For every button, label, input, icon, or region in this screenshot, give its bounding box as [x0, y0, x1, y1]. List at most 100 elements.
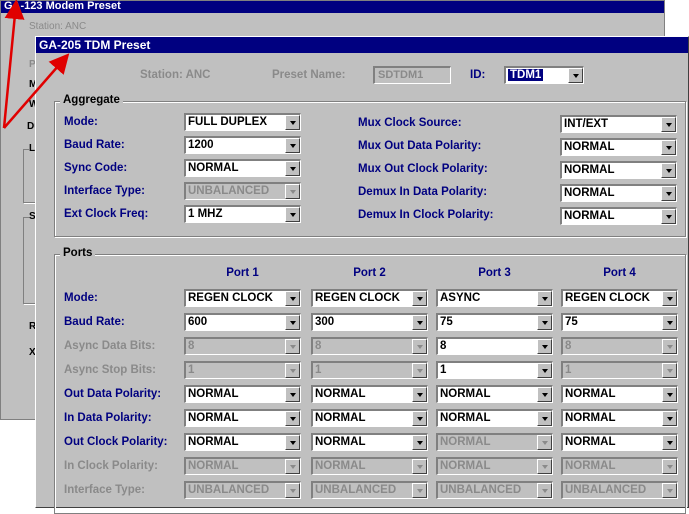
port-2-baud-rate-select[interactable]: 300 — [311, 313, 428, 331]
chevron-down-icon[interactable] — [661, 117, 676, 132]
port-4-interface-type-select-value: UNBALANCED — [565, 484, 647, 496]
port-1-out-data-polarity-select[interactable]: NORMAL — [184, 385, 301, 403]
chevron-down-icon[interactable] — [537, 411, 552, 426]
aggregate-sync-code-select[interactable]: NORMAL — [184, 159, 301, 177]
chevron-down-icon[interactable] — [285, 411, 300, 426]
port-4-mode-select[interactable]: REGEN CLOCK — [561, 289, 678, 307]
chevron-down-icon[interactable] — [285, 291, 300, 306]
chevron-down-icon[interactable] — [661, 140, 676, 155]
chevron-down-icon[interactable] — [661, 209, 676, 224]
port-2-async-stop-bits-select-value: 1 — [315, 364, 322, 376]
port-3-async-data-bits-select[interactable]: 8 — [436, 337, 553, 355]
chevron-down-icon[interactable] — [285, 207, 300, 222]
aggregate-mode-select[interactable]: FULL DUPLEX — [184, 113, 301, 131]
chevron-down-icon[interactable] — [568, 68, 583, 83]
port-1-out-clock-polarity-select-value: NORMAL — [188, 436, 239, 448]
chevron-down-icon[interactable] — [537, 339, 552, 354]
chevron-down-icon[interactable] — [537, 291, 552, 306]
mux-out-clock-polarity-label: Mux Out Clock Polarity: — [358, 163, 488, 175]
chevron-down-icon[interactable] — [662, 387, 677, 402]
port-3-baud-rate-select[interactable]: 75 — [436, 313, 553, 331]
port-3-in-data-polarity-select[interactable]: NORMAL — [436, 409, 553, 427]
port-3-interface-type-select: UNBALANCED — [436, 481, 553, 499]
tdm-preset-window: GA-205 TDM Preset Station: ANC Preset Na… — [35, 36, 689, 514]
chevron-down-icon — [537, 459, 552, 474]
aggregate-ext-clock-freq-select[interactable]: 1 MHZ — [184, 205, 301, 223]
chevron-down-icon — [285, 363, 300, 378]
demux-in-data-polarity-select[interactable]: NORMAL — [560, 184, 677, 202]
chevron-down-icon[interactable] — [412, 435, 427, 450]
port-1-baud-rate-select[interactable]: 600 — [184, 313, 301, 331]
aggregate-sync-code-select-value: NORMAL — [188, 162, 239, 174]
port-4-async-stop-bits-select: 1 — [561, 361, 678, 379]
chevron-down-icon[interactable] — [662, 291, 677, 306]
chevron-down-icon[interactable] — [412, 387, 427, 402]
port-1-async-data-bits-select: 8 — [184, 337, 301, 355]
chevron-down-icon[interactable] — [662, 315, 677, 330]
chevron-down-icon — [537, 435, 552, 450]
chevron-down-icon[interactable] — [285, 435, 300, 450]
port-4-in-clock-polarity-select-value: NORMAL — [565, 460, 616, 472]
id-select[interactable]: TDM1 — [504, 66, 584, 84]
chevron-down-icon[interactable] — [285, 387, 300, 402]
port-3-out-data-polarity-select[interactable]: NORMAL — [436, 385, 553, 403]
port-4-out-clock-polarity-select[interactable]: NORMAL — [561, 433, 678, 451]
chevron-down-icon — [412, 363, 427, 378]
mux-clock-source-select[interactable]: INT/EXT — [560, 115, 677, 133]
chevron-down-icon[interactable] — [285, 315, 300, 330]
chevron-down-icon — [285, 483, 300, 498]
port-3-out-clock-polarity-select: NORMAL — [436, 433, 553, 451]
aggregate-interface-type-label: Interface Type: — [64, 185, 145, 197]
port-3-in-data-polarity-select-value: NORMAL — [440, 412, 491, 424]
port-4-mode-select-value: REGEN CLOCK — [565, 292, 650, 304]
aggregate-baud-rate-select[interactable]: 1200 — [184, 136, 301, 154]
ports-in-clock-polarity-label: In Clock Polarity: — [64, 460, 158, 472]
chevron-down-icon[interactable] — [662, 411, 677, 426]
chevron-down-icon[interactable] — [537, 315, 552, 330]
port-4-baud-rate-select[interactable]: 75 — [561, 313, 678, 331]
chevron-down-icon[interactable] — [537, 363, 552, 378]
port-2-in-data-polarity-select[interactable]: NORMAL — [311, 409, 428, 427]
preset-name-label: Preset Name: — [272, 69, 346, 81]
chevron-down-icon[interactable] — [662, 435, 677, 450]
port-4-out-data-polarity-select[interactable]: NORMAL — [561, 385, 678, 403]
port-2-header: Port 2 — [353, 267, 386, 279]
chevron-down-icon[interactable] — [661, 186, 676, 201]
port-4-out-data-polarity-select-value: NORMAL — [565, 388, 616, 400]
port-2-in-data-polarity-select-value: NORMAL — [315, 412, 366, 424]
demux-in-clock-polarity-select[interactable]: NORMAL — [560, 207, 677, 225]
port-2-out-data-polarity-select[interactable]: NORMAL — [311, 385, 428, 403]
aggregate-mode-select-value: FULL DUPLEX — [188, 116, 268, 128]
chevron-down-icon[interactable] — [285, 161, 300, 176]
port-1-mode-select[interactable]: REGEN CLOCK — [184, 289, 301, 307]
port-2-mode-select-value: REGEN CLOCK — [315, 292, 400, 304]
port-2-out-clock-polarity-select[interactable]: NORMAL — [311, 433, 428, 451]
port-3-out-clock-polarity-select-value: NORMAL — [440, 436, 491, 448]
port-3-async-data-bits-select-value: 8 — [440, 340, 447, 352]
chevron-down-icon[interactable] — [285, 115, 300, 130]
chevron-down-icon[interactable] — [412, 411, 427, 426]
chevron-down-icon[interactable] — [285, 138, 300, 153]
port-3-mode-select[interactable]: ASYNC — [436, 289, 553, 307]
mux-out-data-polarity-select[interactable]: NORMAL — [560, 138, 677, 156]
port-1-out-clock-polarity-select[interactable]: NORMAL — [184, 433, 301, 451]
mux-clock-source-label: Mux Clock Source: — [358, 117, 462, 129]
mux-out-data-polarity-select-value: NORMAL — [564, 141, 615, 153]
aggregate-baud-rate-select-value: 1200 — [188, 139, 214, 151]
chevron-down-icon — [412, 483, 427, 498]
chevron-down-icon[interactable] — [412, 291, 427, 306]
tdm-preset-titlebar[interactable]: GA-205 TDM Preset — [36, 37, 688, 53]
chevron-down-icon — [412, 459, 427, 474]
modem-preset-titlebar[interactable]: GA-123 Modem Preset — [1, 1, 664, 13]
chevron-down-icon[interactable] — [412, 315, 427, 330]
ports-baud-rate-label: Baud Rate: — [64, 316, 125, 328]
port-4-in-data-polarity-select[interactable]: NORMAL — [561, 409, 678, 427]
port-2-mode-select[interactable]: REGEN CLOCK — [311, 289, 428, 307]
chevron-down-icon[interactable] — [661, 163, 676, 178]
ports-async-data-bits-label: Async Data Bits: — [64, 340, 156, 352]
port-3-async-stop-bits-select[interactable]: 1 — [436, 361, 553, 379]
ports-async-stop-bits-label: Async Stop Bits: — [64, 364, 157, 376]
port-1-in-data-polarity-select[interactable]: NORMAL — [184, 409, 301, 427]
mux-out-clock-polarity-select[interactable]: NORMAL — [560, 161, 677, 179]
chevron-down-icon[interactable] — [537, 387, 552, 402]
